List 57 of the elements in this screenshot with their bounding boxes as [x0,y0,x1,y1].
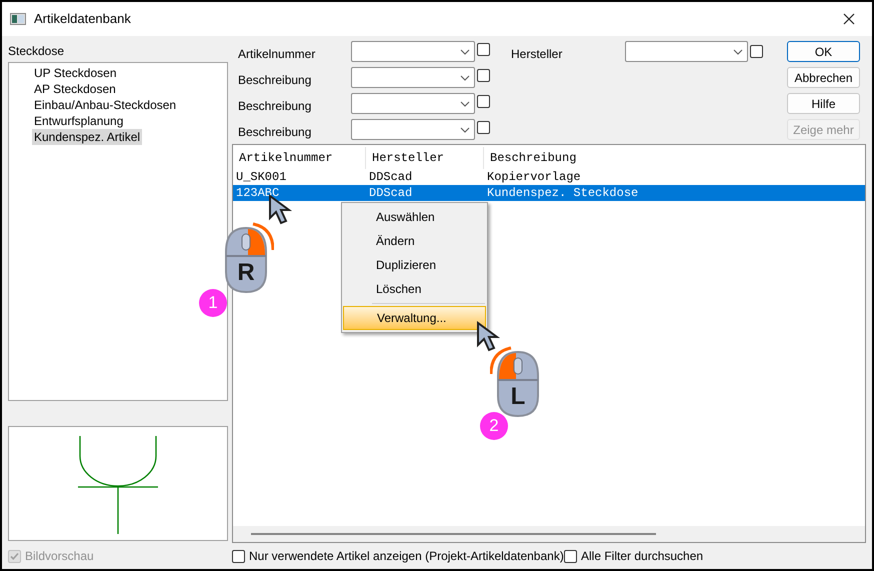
menu-item[interactable]: Ändern [343,229,486,254]
column-header[interactable]: Artikelnummer [233,147,366,170]
checkbox[interactable] [477,94,490,108]
dropdown-field[interactable] [351,67,475,88]
checkbox[interactable] [232,550,245,562]
chevron-down-icon [460,74,470,80]
checkbox[interactable] [477,120,490,134]
checkbox[interactable] [477,68,490,82]
tree-item[interactable]: Entwurfsplanung [32,113,126,129]
table-cell-text: Kundenspez. Steckdose [486,185,640,202]
chevron-down-icon [733,48,743,54]
table-cell-text: DDScad [368,169,414,186]
column-header[interactable]: Beschreibung [484,147,864,170]
menu-item[interactable]: Duplizieren [343,253,486,278]
checkbox-label: Nur verwendete Artikel anzeigen (Projekt-Artikeldatenbank) [249,548,564,565]
table-cell-text: Kopiervorlage [486,169,582,186]
dropdown-field[interactable] [351,41,475,62]
close-icon [843,13,855,25]
checkbox[interactable] [477,42,490,56]
tree-item[interactable]: AP Steckdosen [32,81,118,97]
table-row[interactable]: U_SK001 DDScad Kopiervorlage [233,169,865,186]
dropdown-field[interactable] [351,119,475,140]
checkbox[interactable] [564,550,577,562]
tree-item[interactable]: Einbau/Anbau-Steckdosen [32,97,178,113]
scrollbar-thumb[interactable] [251,533,656,535]
app-icon [10,13,26,25]
filter-label: Hersteller [510,46,564,63]
mouse-letter: L [510,382,526,412]
dropdown-field[interactable] [625,41,748,62]
table-row[interactable]: 123ABC DDScad Kundenspez. Steckdose [233,185,865,202]
filter-label: Beschreibung [237,124,312,140]
filter-label: Beschreibung [237,72,312,88]
table-cell-text: DDScad [368,185,414,202]
chevron-down-icon [460,100,470,106]
table-cell-text: 123ABC [235,185,280,202]
dialog-button[interactable]: Hilfe [787,93,860,114]
checkbox-label: Alle Filter durchsuchen [581,548,704,565]
window-title: Artikeldatenbank [34,10,131,28]
horizontal-scrollbar[interactable] [233,526,865,542]
tree-item[interactable]: UP Steckdosen [32,65,118,81]
dialog-button[interactable]: Abbrechen [787,67,860,88]
chevron-down-icon [460,48,470,54]
tree-item[interactable]: Kundenspez. Artikel [32,129,142,145]
filter-label: Beschreibung [237,98,312,114]
chevron-down-icon [460,126,470,132]
filter-label: Artikelnummer [237,46,316,62]
checkbox-label: Bildvorschau [25,548,94,565]
table-cell-text: U_SK001 [235,169,288,186]
mouse-letter: R [236,258,256,288]
dropdown-field[interactable] [351,93,475,114]
menu-item[interactable]: Auswählen [343,205,486,230]
column-header[interactable]: Hersteller [366,147,484,170]
menu-item[interactable]: Löschen [343,277,486,302]
menu-item[interactable]: Verwaltung... [343,306,486,330]
dialog-button[interactable]: OK [787,41,860,62]
checkbox[interactable] [750,45,763,58]
category-label: Steckdose [8,43,66,60]
